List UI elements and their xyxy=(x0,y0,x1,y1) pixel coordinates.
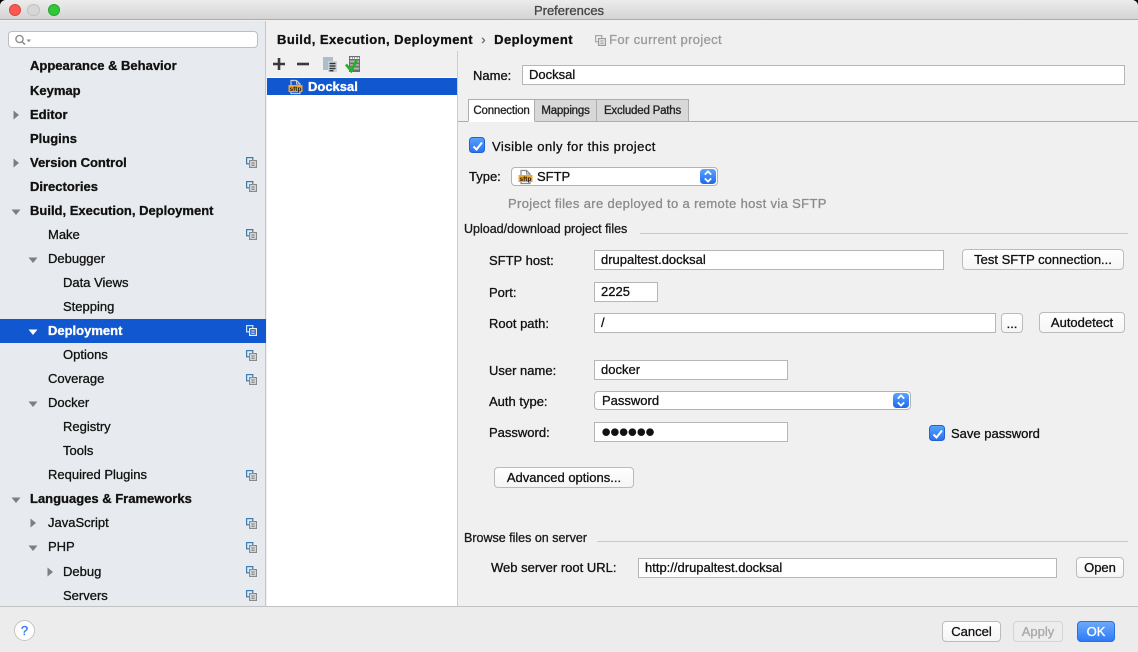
svg-text:sftp: sftp xyxy=(520,176,532,183)
svg-text:sftp: sftp xyxy=(290,85,302,92)
